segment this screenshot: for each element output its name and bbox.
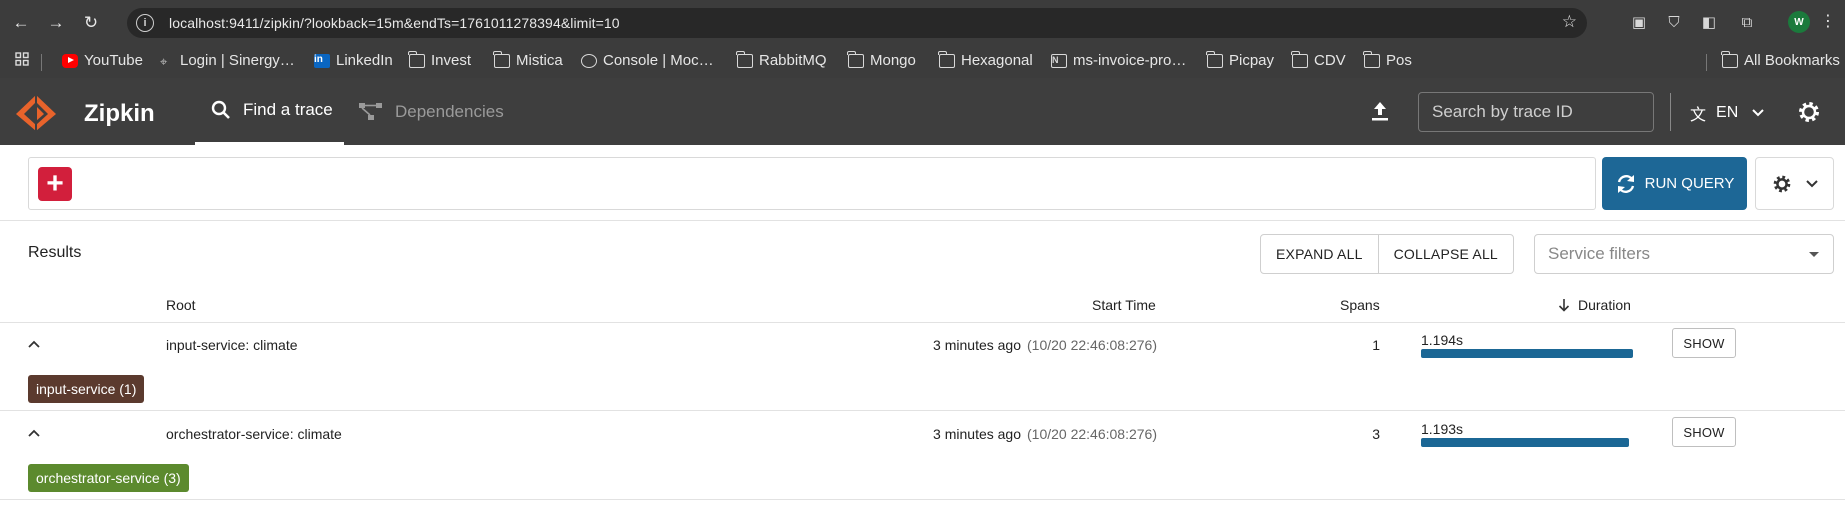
chevron-down-icon xyxy=(1805,179,1818,187)
bookmark-pos[interactable]: Pos xyxy=(1363,50,1412,69)
column-header-root[interactable]: Root xyxy=(166,297,196,313)
chevron-up-icon[interactable] xyxy=(27,426,41,440)
trace-start-time: 3 minutes ago (10/20 22:46:08:276) xyxy=(933,337,1157,353)
folder-icon xyxy=(493,50,510,68)
search-icon xyxy=(211,100,230,119)
back-arrow-icon[interactable]: ← xyxy=(7,9,35,37)
bookmarks-bar: YouTube ⌖ Login | Sinergy… in LinkedIn Inv… xyxy=(0,45,1845,78)
trace-duration: 1.194s xyxy=(1421,332,1464,348)
run-query-button[interactable]: RUN QUERY xyxy=(1602,157,1747,210)
folder-icon xyxy=(1206,50,1223,68)
extension-shield-icon[interactable]: ⛉ xyxy=(1664,12,1684,32)
trace-root: orchestrator-service: climate xyxy=(166,426,342,442)
bookmark-ms-invoice[interactable]: Nms-invoice-pro… xyxy=(1051,52,1186,69)
bookmark-mistica[interactable]: Mistica xyxy=(493,50,563,69)
service-filters-select[interactable]: Service filters xyxy=(1534,234,1834,274)
bookmark-star-icon[interactable]: ☆ xyxy=(1562,12,1577,32)
collapse-all-button[interactable]: COLLAPSE ALL xyxy=(1377,235,1513,273)
folder-icon xyxy=(736,50,753,68)
upload-icon[interactable] xyxy=(1368,99,1392,123)
gear-icon xyxy=(1773,175,1790,192)
folder-icon xyxy=(408,50,425,68)
extensions-puzzle-icon[interactable]: ⧉ xyxy=(1737,12,1757,32)
expand-collapse-group: EXPAND ALL COLLAPSE ALL xyxy=(1260,234,1514,274)
trace-id-search-input[interactable]: Search by trace ID xyxy=(1418,92,1654,132)
extension-notion-icon[interactable]: ▣ xyxy=(1629,12,1649,32)
all-bookmarks[interactable]: All Bookmarks xyxy=(1721,50,1840,69)
dropdown-caret-icon xyxy=(1809,252,1819,257)
service-badge[interactable]: input-service (1) xyxy=(28,375,145,403)
extension-square-icon[interactable]: ◧ xyxy=(1699,12,1719,32)
browser-menu-icon[interactable]: ⋮ xyxy=(1820,11,1836,31)
app-title[interactable]: Zipkin xyxy=(84,100,155,128)
translate-icon: 文 xyxy=(1690,107,1707,124)
tab-find-a-trace[interactable]: Find a trace xyxy=(195,78,344,145)
column-header-duration[interactable]: Duration xyxy=(1558,297,1631,313)
dependencies-icon xyxy=(359,102,382,120)
globe-icon: ⌖ xyxy=(160,53,168,69)
folder-icon xyxy=(938,50,955,68)
chevron-up-icon[interactable] xyxy=(27,337,41,351)
trace-span-count: 1 xyxy=(1372,337,1380,353)
trace-span-count: 3 xyxy=(1372,426,1380,442)
add-criteria-button[interactable]: + xyxy=(38,167,72,201)
bookmark-mongo[interactable]: Mongo xyxy=(847,50,916,69)
bookmark-login-sinergy[interactable]: ⌖ Login | Sinergy… xyxy=(160,52,295,69)
bookmark-linkedin[interactable]: in LinkedIn xyxy=(314,52,393,69)
site-info-icon[interactable]: i xyxy=(136,14,154,32)
folder-icon xyxy=(1291,50,1308,68)
results-heading: Results xyxy=(28,244,82,261)
zipkin-logo-icon[interactable] xyxy=(15,94,57,132)
bookmark-invest[interactable]: Invest xyxy=(408,50,471,69)
service-badge[interactable]: orchestrator-service (3) xyxy=(28,464,189,492)
bookmark-picpay[interactable]: Picpay xyxy=(1206,50,1274,69)
query-criteria-box[interactable]: + xyxy=(28,157,1596,210)
folder-icon xyxy=(1363,50,1380,68)
notion-icon: N xyxy=(1051,53,1067,68)
bookmark-console[interactable]: Console | Moc… xyxy=(581,52,714,69)
apps-grid-icon[interactable] xyxy=(15,52,29,66)
refresh-icon xyxy=(1617,174,1634,193)
bookmark-cdv[interactable]: CDV xyxy=(1291,50,1346,69)
trace-root: input-service: climate xyxy=(166,337,298,353)
profile-avatar[interactable]: W xyxy=(1788,11,1810,33)
query-settings-button[interactable] xyxy=(1755,157,1834,210)
trace-row[interactable]: input-service: climate 3 minutes ago (10/… xyxy=(0,323,1845,411)
linkedin-icon: in xyxy=(314,53,330,68)
sort-down-arrow-icon xyxy=(1558,299,1570,312)
bookmark-hexagonal[interactable]: Hexagonal xyxy=(938,50,1033,69)
trace-row[interactable]: orchestrator-service: climate 3 minutes … xyxy=(0,412,1845,500)
forward-arrow-icon[interactable]: → xyxy=(42,9,70,37)
url-text[interactable]: localhost:9411/zipkin/?lookback=15m&endT… xyxy=(169,15,620,31)
circle-icon xyxy=(581,53,597,68)
folder-icon xyxy=(847,50,864,68)
show-trace-button[interactable]: SHOW xyxy=(1672,417,1736,447)
column-header-start-time[interactable]: Start Time xyxy=(1092,297,1156,313)
show-trace-button[interactable]: SHOW xyxy=(1672,328,1736,358)
folder-icon xyxy=(1721,50,1738,68)
browser-toolbar: ← → ↻ i localhost:9411/zipkin/?lookback=… xyxy=(0,0,1845,45)
bookmark-youtube[interactable]: YouTube xyxy=(62,52,143,69)
bookmark-rabbitmq[interactable]: RabbitMQ xyxy=(736,50,827,69)
column-header-spans[interactable]: Spans xyxy=(1340,297,1380,313)
address-bar[interactable]: i localhost:9411/zipkin/?lookback=15m&en… xyxy=(127,8,1587,38)
settings-gear-icon[interactable] xyxy=(1797,100,1821,124)
trace-start-time: 3 minutes ago (10/20 22:46:08:276) xyxy=(933,426,1157,442)
duration-bar xyxy=(1421,349,1633,358)
tab-dependencies[interactable]: Dependencies xyxy=(359,78,504,145)
expand-all-button[interactable]: EXPAND ALL xyxy=(1261,235,1378,273)
app-header: Zipkin Find a trace Dependencies Search … xyxy=(0,78,1845,145)
language-selector[interactable]: 文 EN xyxy=(1690,101,1764,125)
reload-icon[interactable]: ↻ xyxy=(77,9,105,37)
duration-bar xyxy=(1421,438,1629,447)
chevron-down-icon xyxy=(1752,109,1764,117)
trace-duration: 1.193s xyxy=(1421,421,1464,437)
youtube-icon xyxy=(62,53,78,68)
